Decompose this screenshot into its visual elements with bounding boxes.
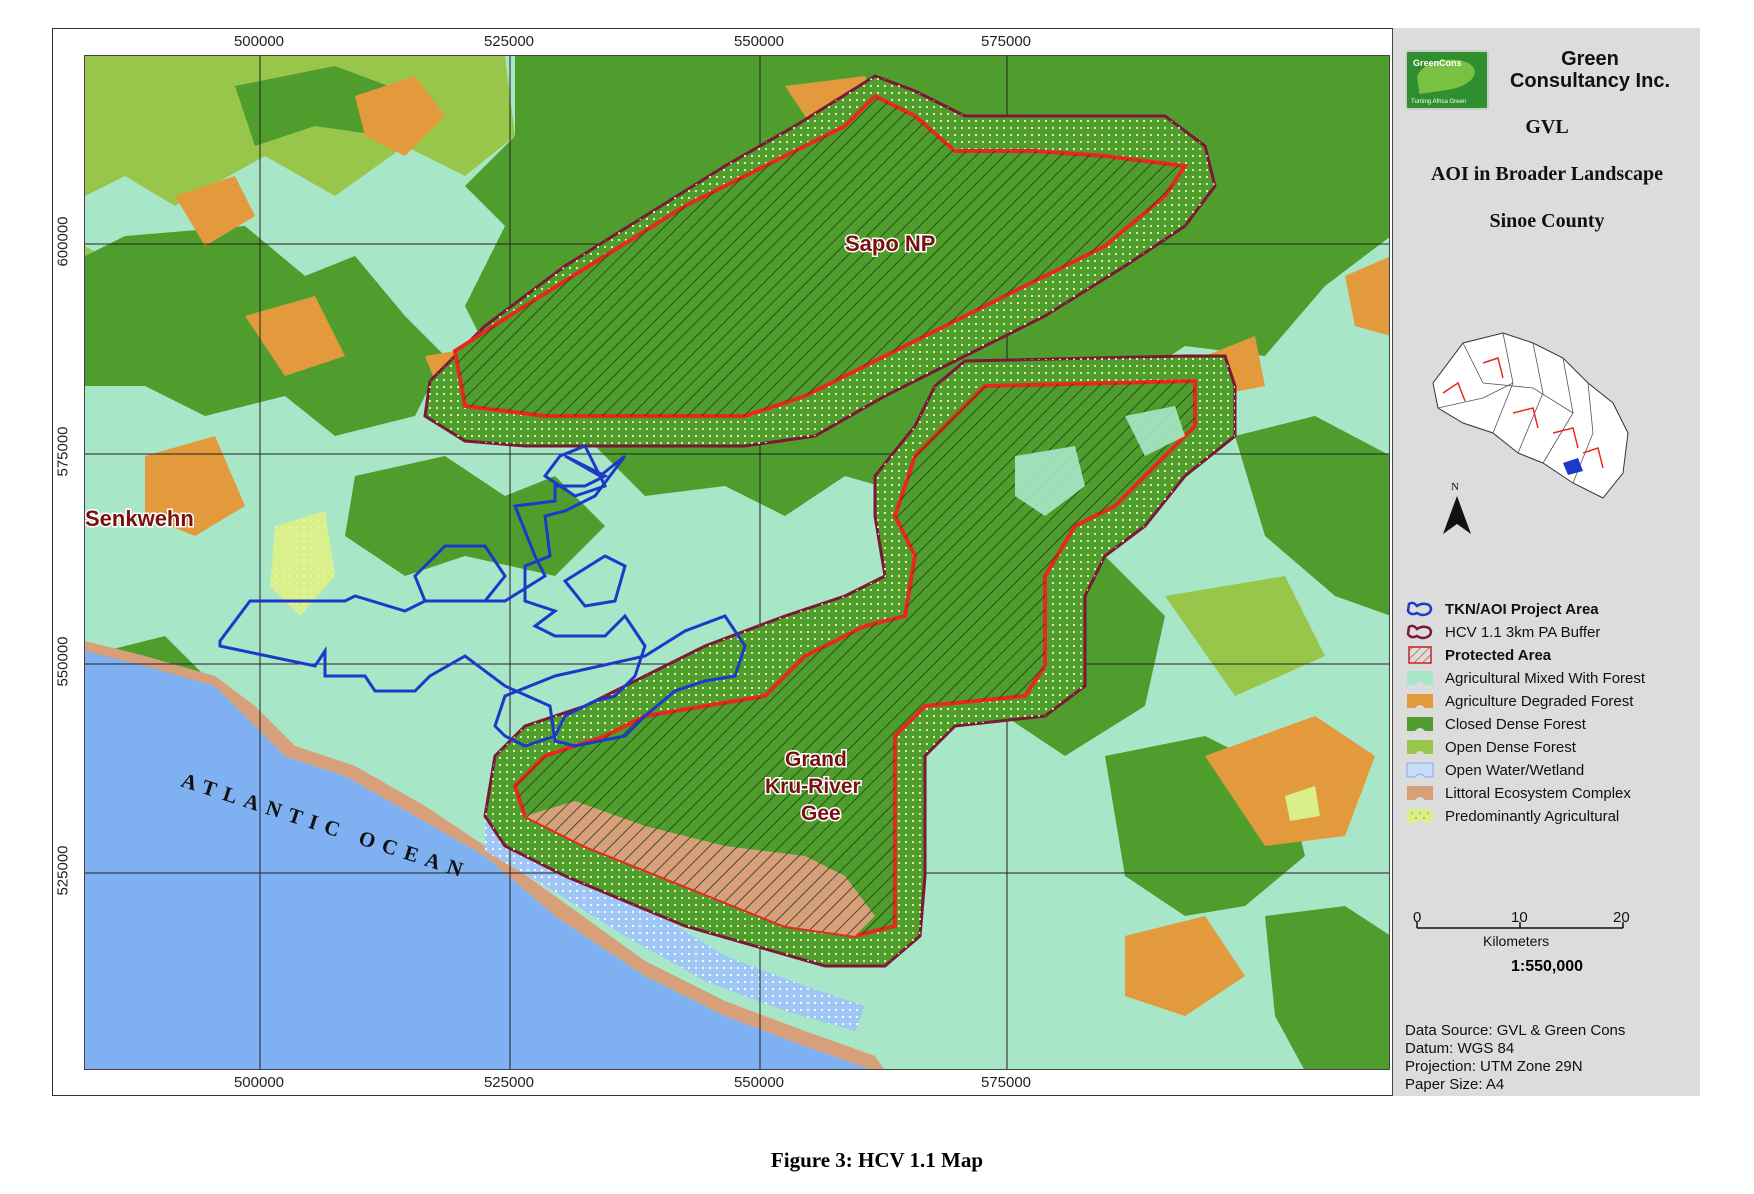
greencons-logo: GreenCons Turning Africa Green bbox=[1405, 50, 1489, 110]
figure-caption: Figure 3: HCV 1.1 Map bbox=[770, 1148, 984, 1172]
company-name: Green Consultancy Inc. bbox=[1509, 48, 1671, 92]
label-grand-1: Grand bbox=[785, 748, 847, 771]
label-senkwehn: Senkwehn bbox=[85, 506, 194, 531]
x-tick-bottom: 525000 bbox=[483, 1074, 535, 1091]
x-tick-top: 500000 bbox=[233, 33, 285, 50]
label-sapo: Sapo NP bbox=[845, 231, 935, 256]
x-tick-top: 525000 bbox=[483, 33, 535, 50]
meta-paper: Paper Size: A4 bbox=[1405, 1076, 1505, 1093]
legend-panel: GreenCons Turning Africa Green Green Con… bbox=[1392, 28, 1700, 1096]
legend-item-project: TKN/AOI Project Area bbox=[1405, 598, 1599, 620]
y-tick: 575000 bbox=[54, 426, 72, 477]
x-tick-bottom: 550000 bbox=[733, 1074, 785, 1091]
title-county: Sinoe County bbox=[1489, 210, 1605, 232]
legend-item-pred-ag: Predominantly Agricultural bbox=[1405, 805, 1619, 827]
svg-text:Kilometers: Kilometers bbox=[1483, 933, 1549, 949]
meta-source: Data Source: GVL & Green Cons bbox=[1405, 1022, 1626, 1039]
legend-item-protected: Protected Area bbox=[1405, 644, 1551, 666]
x-tick-bottom: 575000 bbox=[980, 1074, 1032, 1091]
map-canvas[interactable]: Sapo NP Senkwehn Grand Kru-River Gee ATL… bbox=[84, 55, 1390, 1070]
svg-text:20: 20 bbox=[1613, 909, 1630, 926]
legend-item-closed-dense: Closed Dense Forest bbox=[1405, 713, 1586, 735]
y-tick: 525000 bbox=[54, 845, 72, 896]
x-tick-bottom: 500000 bbox=[233, 1074, 285, 1091]
y-tick: 550000 bbox=[54, 636, 72, 687]
legend-item-littoral: Littoral Ecosystem Complex bbox=[1405, 782, 1631, 804]
legend-item-ag-mixed: Agricultural Mixed With Forest bbox=[1405, 667, 1645, 689]
svg-text:N: N bbox=[1451, 481, 1459, 493]
meta-datum: Datum: WGS 84 bbox=[1405, 1040, 1515, 1057]
label-grand-2: Kru-River bbox=[765, 775, 861, 798]
legend-item-water: Open Water/Wetland bbox=[1405, 759, 1584, 781]
legend-item-buffer: HCV 1.1 3km PA Buffer bbox=[1405, 621, 1600, 643]
y-tick: 600000 bbox=[54, 216, 72, 267]
legend-item-ag-degraded: Agriculture Degraded Forest bbox=[1405, 690, 1633, 712]
meta-projection: Projection: UTM Zone 29N bbox=[1405, 1058, 1583, 1075]
title-gvl: GVL bbox=[1525, 116, 1569, 138]
x-tick-top: 575000 bbox=[980, 33, 1032, 50]
x-tick-top: 550000 bbox=[733, 33, 785, 50]
legend-item-open-dense: Open Dense Forest bbox=[1405, 736, 1576, 758]
title-aoi: AOI in Broader Landscape bbox=[1430, 163, 1664, 185]
land-cover-map: Sapo NP Senkwehn Grand Kru-River Gee ATL… bbox=[85, 56, 1389, 1069]
north-arrow-icon: N bbox=[1443, 481, 1471, 534]
label-grand-3: Gee bbox=[801, 802, 841, 825]
scale-ratio: 1:550,000 bbox=[1510, 958, 1584, 975]
